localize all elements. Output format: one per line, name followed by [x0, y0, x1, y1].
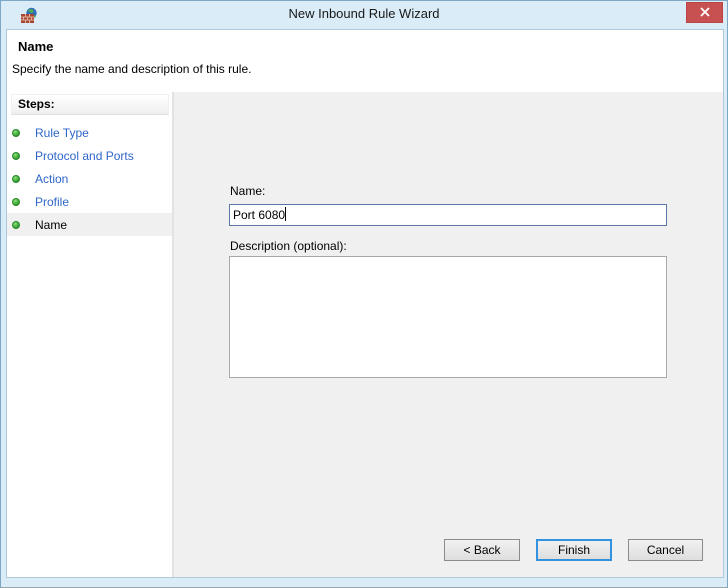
button-row: < Back Finish Cancel — [174, 539, 703, 561]
green-dot-icon — [12, 197, 20, 206]
main-panel: Name: Port 6080 Description (optional): … — [174, 92, 723, 577]
sidebar-item-action[interactable]: Action — [7, 167, 172, 190]
name-input[interactable]: Port 6080 — [229, 204, 667, 226]
cancel-button[interactable]: Cancel — [628, 539, 703, 561]
close-button[interactable] — [686, 2, 723, 23]
finish-button[interactable]: Finish — [536, 539, 612, 561]
text-caret — [285, 207, 287, 221]
client-area: Name Specify the name and description of… — [6, 29, 724, 578]
back-button[interactable]: < Back — [444, 539, 520, 561]
titlebar: New Inbound Rule Wizard — [1, 1, 727, 29]
steps-heading: Steps: — [11, 94, 169, 115]
wizard-header: Name Specify the name and description of… — [7, 30, 723, 92]
page-subtitle: Specify the name and description of this… — [12, 62, 252, 76]
green-dot-icon — [12, 128, 20, 137]
steps-sidebar: Steps: Rule Type Protocol and Ports Acti… — [7, 92, 172, 577]
window-title: New Inbound Rule Wizard — [288, 6, 440, 21]
name-label: Name: — [230, 184, 266, 198]
sidebar-item-rule-type[interactable]: Rule Type — [7, 121, 172, 144]
name-input-value: Port 6080 — [233, 208, 286, 222]
sidebar-item-profile[interactable]: Profile — [7, 190, 172, 213]
close-icon — [699, 6, 710, 20]
page-title: Name — [18, 39, 54, 54]
wizard-window: New Inbound Rule Wizard Name Specify the… — [0, 0, 728, 588]
sidebar-item-name[interactable]: Name — [7, 213, 172, 236]
wizard-body: Steps: Rule Type Protocol and Ports Acti… — [7, 92, 723, 577]
description-textarea[interactable] — [229, 256, 667, 378]
green-dot-icon — [12, 151, 20, 160]
sidebar-item-protocol-and-ports[interactable]: Protocol and Ports — [7, 144, 172, 167]
green-dot-icon — [12, 220, 20, 229]
green-dot-icon — [12, 174, 20, 183]
steps-list: Rule Type Protocol and Ports Action Prof… — [7, 121, 172, 236]
description-label: Description (optional): — [230, 239, 347, 253]
